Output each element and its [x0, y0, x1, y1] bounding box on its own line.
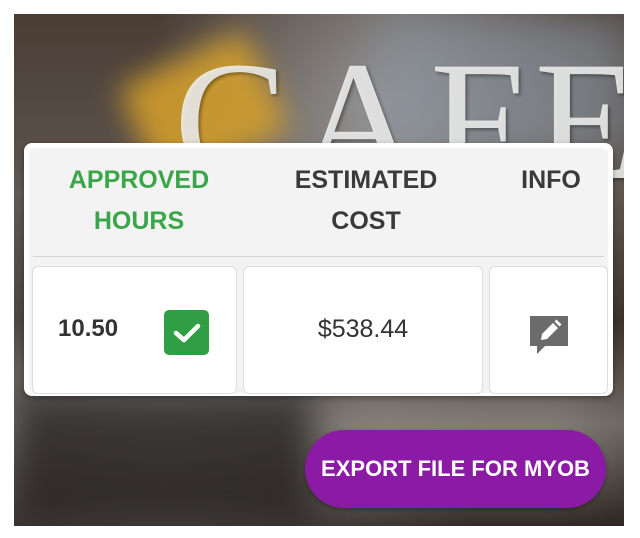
header-info-label: INFO	[521, 166, 581, 194]
table-header: APPROVED HOURS ESTIMATED COST INFO 10.50…	[29, 148, 608, 394]
info-cell	[489, 266, 608, 394]
header-info: INFO	[499, 160, 603, 201]
header-divider	[33, 256, 604, 257]
estimated-cost-cell: $538.44	[243, 266, 483, 394]
export-myob-button[interactable]: EXPORT FILE FOR MYOB	[305, 430, 606, 508]
checkmark-icon	[173, 323, 200, 342]
header-approved-line1: APPROVED	[68, 166, 210, 194]
estimated-cost-value: $538.44	[317, 315, 409, 343]
edit-comment-icon	[530, 316, 568, 354]
background-blur-shape	[14, 394, 314, 524]
header-approved-line2: HOURS	[93, 207, 185, 235]
header-estimated-cost: ESTIMATED COST	[261, 160, 471, 242]
approved-hours-value: 10.50	[58, 315, 119, 342]
header-estimated-line2: COST	[331, 207, 401, 235]
timesheet-card: APPROVED HOURS ESTIMATED COST INFO 10.50…	[24, 143, 613, 396]
approved-hours-cell: 10.50	[32, 266, 237, 394]
header-estimated-line1: ESTIMATED	[294, 166, 438, 194]
approve-checkbox[interactable]	[164, 310, 209, 355]
edit-note-button[interactable]	[527, 313, 571, 357]
header-approved-hours: APPROVED HOURS	[45, 160, 233, 242]
